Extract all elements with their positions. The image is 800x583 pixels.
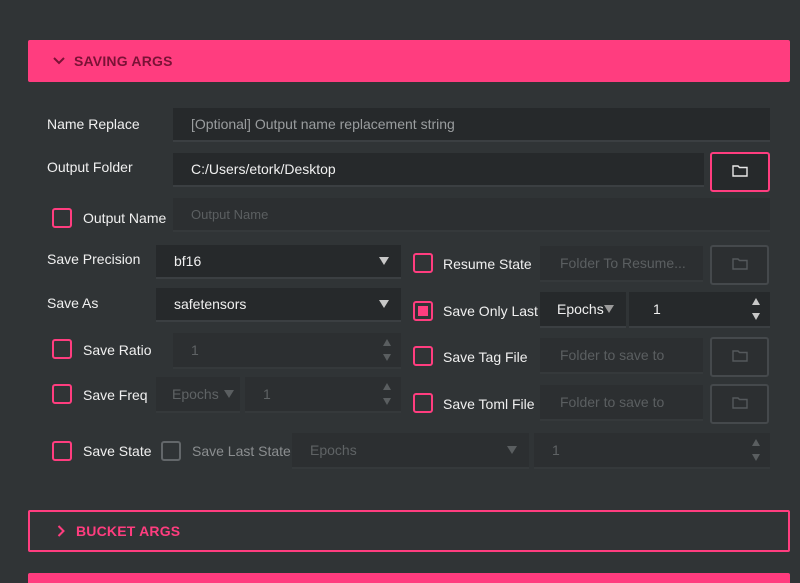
- saving-args-title: SAVING ARGS: [74, 53, 173, 69]
- output-folder-input[interactable]: C:/Users/etork/Desktop: [173, 153, 704, 187]
- name-replace-input[interactable]: [Optional] Output name replacement strin…: [173, 108, 770, 142]
- folder-icon: [731, 396, 748, 412]
- output-name-checkbox[interactable]: [52, 208, 72, 228]
- output-name-placeholder: Output Name: [191, 206, 269, 222]
- save-ratio-spinner[interactable]: [383, 333, 391, 367]
- save-only-last-value: 1: [653, 301, 661, 317]
- save-last-state-unit-value: Epochs: [310, 442, 357, 458]
- spin-up-icon[interactable]: [752, 298, 760, 305]
- dropdown-arrow-icon: [507, 446, 517, 454]
- folder-icon: [731, 257, 748, 273]
- save-tag-file-checkbox[interactable]: [413, 346, 433, 366]
- save-freq-unit-value: Epochs: [172, 386, 219, 402]
- save-ratio-value: 1: [191, 342, 199, 358]
- save-toml-file-browse-button[interactable]: [710, 384, 769, 424]
- save-tag-file-placeholder: Folder to save to: [560, 347, 665, 363]
- save-freq-checkbox[interactable]: [52, 384, 72, 404]
- folder-icon: [732, 164, 748, 180]
- save-toml-file-checkbox[interactable]: [413, 393, 433, 413]
- resume-state-label: Resume State: [443, 256, 532, 272]
- output-name-label: Output Name: [83, 210, 167, 226]
- save-last-state-unit-select[interactable]: Epochs: [292, 433, 529, 469]
- spin-up-icon[interactable]: [752, 439, 760, 446]
- save-only-last-input[interactable]: 1: [629, 292, 770, 328]
- chevron-down-icon: [50, 52, 68, 70]
- save-ratio-input[interactable]: 1: [173, 333, 401, 369]
- save-freq-value: 1: [263, 386, 271, 402]
- save-precision-value: bf16: [174, 253, 202, 269]
- save-freq-spinner[interactable]: [383, 377, 391, 411]
- save-last-state-spinner[interactable]: [752, 433, 760, 467]
- save-state-checkbox[interactable]: [52, 441, 72, 461]
- output-folder-label: Output Folder: [47, 159, 133, 175]
- output-folder-value: C:/Users/etork/Desktop: [191, 161, 336, 177]
- save-toml-file-input[interactable]: Folder to save to: [540, 385, 703, 421]
- save-as-select[interactable]: safetensors: [156, 288, 401, 322]
- spin-up-icon[interactable]: [383, 339, 391, 346]
- save-only-last-unit-select[interactable]: Epochs: [540, 292, 626, 328]
- save-last-state-input[interactable]: 1: [534, 433, 770, 469]
- resume-state-input[interactable]: Folder To Resume...: [540, 246, 703, 282]
- save-only-last-label: Save Only Last: [443, 303, 538, 319]
- save-tag-file-input[interactable]: Folder to save to: [540, 338, 703, 374]
- save-toml-file-placeholder: Folder to save to: [560, 394, 665, 410]
- name-replace-label: Name Replace: [47, 116, 140, 132]
- dropdown-arrow-icon: [224, 390, 234, 398]
- save-last-state-checkbox[interactable]: [161, 441, 181, 461]
- save-precision-select[interactable]: bf16: [156, 245, 401, 279]
- save-ratio-label: Save Ratio: [83, 342, 152, 358]
- spin-down-icon[interactable]: [383, 398, 391, 405]
- saving-args-header[interactable]: SAVING ARGS: [28, 40, 790, 82]
- resume-state-checkbox[interactable]: [413, 253, 433, 273]
- dropdown-arrow-icon: [379, 300, 389, 308]
- spin-up-icon[interactable]: [383, 383, 391, 390]
- folder-icon: [731, 349, 748, 365]
- save-tag-file-label: Save Tag File: [443, 349, 528, 365]
- output-folder-browse-button[interactable]: [710, 152, 770, 192]
- save-freq-unit-select[interactable]: Epochs: [156, 377, 240, 413]
- spin-down-icon[interactable]: [752, 313, 760, 320]
- bucket-args-header[interactable]: BUCKET ARGS: [28, 510, 790, 552]
- save-only-last-unit-value: Epochs: [557, 301, 604, 317]
- resume-state-browse-button[interactable]: [710, 245, 769, 285]
- dropdown-arrow-icon: [379, 257, 389, 265]
- chevron-right-icon: [52, 522, 70, 540]
- save-last-state-value: 1: [552, 442, 560, 458]
- save-precision-label: Save Precision: [47, 251, 141, 267]
- next-section-header[interactable]: [28, 573, 790, 583]
- output-name-input[interactable]: Output Name: [173, 198, 770, 232]
- save-ratio-checkbox[interactable]: [52, 339, 72, 359]
- save-last-state-label: Save Last State: [192, 443, 291, 459]
- dropdown-arrow-icon: [604, 305, 614, 313]
- save-only-last-spinner[interactable]: [752, 292, 760, 326]
- save-as-value: safetensors: [174, 296, 247, 312]
- spin-down-icon[interactable]: [383, 354, 391, 361]
- save-toml-file-label: Save Toml File: [443, 396, 535, 412]
- name-replace-placeholder: [Optional] Output name replacement strin…: [191, 116, 455, 132]
- spin-down-icon[interactable]: [752, 454, 760, 461]
- save-state-label: Save State: [83, 443, 152, 459]
- save-as-label: Save As: [47, 295, 99, 311]
- save-tag-file-browse-button[interactable]: [710, 337, 769, 377]
- save-freq-label: Save Freq: [83, 387, 148, 403]
- resume-state-placeholder: Folder To Resume...: [560, 255, 686, 271]
- save-only-last-checkbox[interactable]: [413, 301, 433, 321]
- bucket-args-title: BUCKET ARGS: [76, 523, 181, 539]
- save-freq-input[interactable]: 1: [245, 377, 401, 413]
